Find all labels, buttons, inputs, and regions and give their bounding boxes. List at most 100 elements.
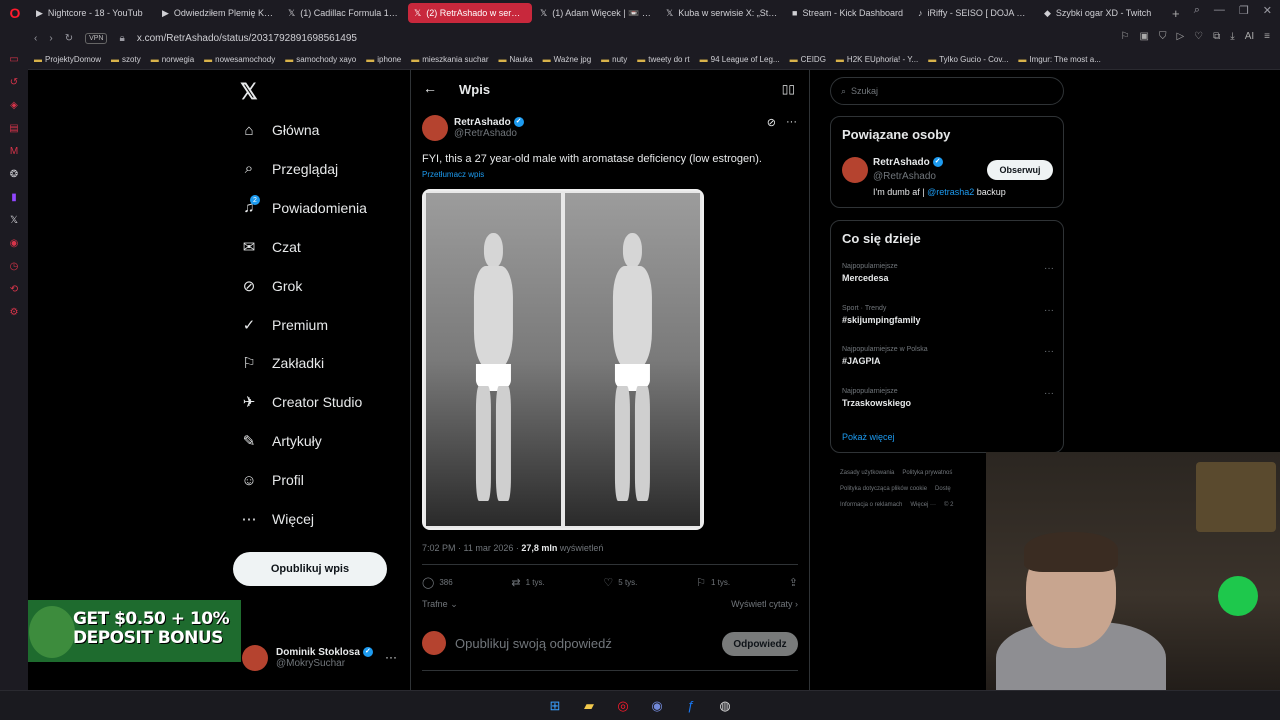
back-icon[interactable]: ‹ — [34, 33, 37, 44]
trend-more-icon[interactable]: ··· — [1044, 388, 1054, 399]
forward-icon[interactable]: › — [49, 33, 52, 44]
grok-explain-icon[interactable]: ⊘ — [767, 116, 776, 129]
search-input[interactable]: ⌕ Szukaj — [830, 77, 1064, 105]
twitch-icon[interactable]: ▮ — [7, 190, 21, 204]
bookmark-item[interactable]: ▬ tweety do rt — [637, 55, 689, 64]
post-media[interactable] — [422, 189, 704, 530]
opera-taskbar-icon[interactable]: ◎ — [614, 697, 632, 715]
bookmark-item[interactable]: ▬ Nauka — [499, 55, 533, 64]
photo-side[interactable] — [565, 193, 700, 526]
post-more-icon[interactable]: ··· — [786, 116, 797, 129]
close-window-icon[interactable]: ✕ — [1263, 4, 1272, 17]
messenger-icon[interactable]: ▤ — [7, 121, 21, 135]
trend-more-icon[interactable]: ··· — [1044, 346, 1054, 357]
nav-item-główna[interactable]: ⌂ Główna — [240, 118, 319, 142]
browser-tab[interactable]: ▶ Odwiedziłem Plemię Kanib — [156, 3, 280, 23]
nav-item-profil[interactable]: ☺ Profil — [240, 468, 304, 492]
speed-dial-icon[interactable]: ▭ — [7, 52, 21, 66]
snapshot-icon[interactable]: ▣ — [1140, 31, 1149, 42]
related-user-handle[interactable]: @RetrAshado — [873, 171, 936, 182]
photo-front[interactable] — [426, 193, 561, 526]
avatar[interactable] — [842, 157, 868, 183]
bookmark-item[interactable]: ▬ norwegia — [151, 55, 194, 64]
footer-link[interactable]: Polityka prywatnoś — [902, 470, 952, 476]
browser-tab[interactable]: 𝕏 (1) Cadillac Formula 1 Tea — [282, 3, 406, 23]
bookmark-item[interactable]: ▬ CEIDG — [790, 55, 826, 64]
history-icon[interactable]: ↺ — [7, 75, 21, 89]
ai-icon[interactable]: AI — [1245, 31, 1254, 42]
vpn-badge[interactable]: VPN — [85, 32, 108, 44]
workspaces-icon[interactable]: ⟲ — [7, 282, 21, 296]
browser-tab[interactable]: 𝕏 Kuba w serwisie X: „Strea — [660, 3, 784, 23]
x-logo-icon[interactable]: 𝕏 — [240, 79, 258, 105]
browser-tab[interactable]: ◆ Szybki ogar XD - Twitch — [1038, 3, 1162, 23]
bookmark-item[interactable]: ▬ szoty — [111, 55, 141, 64]
trend-item[interactable]: Sport · Trendy #skijumpingfamily ··· — [842, 305, 1054, 325]
like-action[interactable]: ♡ 5 tys. — [603, 576, 637, 589]
download-icon[interactable]: ⤓ — [1230, 31, 1234, 42]
minimize-icon[interactable]: — — [1214, 4, 1225, 17]
trend-more-icon[interactable]: ··· — [1044, 305, 1054, 316]
discord-icon[interactable]: ◉ — [648, 697, 666, 715]
reader-mode-icon[interactable]: ▯▯ — [782, 82, 795, 96]
reply-button[interactable]: Odpowiedz — [722, 632, 798, 656]
bookmark-action[interactable]: ⚐ 1 tys. — [696, 576, 730, 589]
shield-icon[interactable]: ⛉ — [1159, 31, 1167, 42]
obs-icon[interactable]: ◍ — [716, 697, 734, 715]
share-action[interactable]: ⇪ — [789, 576, 798, 589]
heart-icon[interactable]: ♡ — [1194, 31, 1203, 42]
browser-tab[interactable]: ▶ Nightcore - 18 - YouTub — [30, 3, 154, 23]
nav-item-zakładki[interactable]: ⚐ Zakładki — [240, 351, 324, 375]
bookmark-item[interactable]: ▬ Ważne jpg — [543, 55, 592, 64]
bookmark-item[interactable]: ▬ nowesamochody — [204, 55, 275, 64]
trend-more-icon[interactable]: ··· — [1044, 263, 1054, 274]
footer-link[interactable]: Zasady użytkowania — [840, 470, 894, 476]
footer-link[interactable]: © 2 — [944, 502, 953, 508]
url-input[interactable]: x.com/RetrAshado/status/2031792891698561… — [137, 33, 357, 44]
promo-banner[interactable]: GET $0.50 + 10% DEPOSIT BONUS — [28, 600, 241, 662]
avatar[interactable] — [422, 115, 448, 141]
footer-link[interactable]: Dostę — [935, 486, 951, 492]
footer-link[interactable]: Polityka dotycząca plików cookie — [840, 486, 927, 492]
bookmark-item[interactable]: ▬ H2K EUphoria! - Y... — [836, 55, 918, 64]
footer-link[interactable]: Więcej ··· — [910, 502, 936, 508]
browser-tab[interactable]: ♪ iRiffy - SEISO [ DOJA CAT — [912, 3, 1036, 23]
nav-item-więcej[interactable]: ⋯ Więcej — [240, 507, 315, 531]
follow-button[interactable]: Obserwuj — [987, 160, 1053, 180]
account-more-icon[interactable]: ··· — [385, 650, 397, 664]
extensions-icon[interactable]: ⧉ — [1213, 31, 1220, 42]
related-user-name[interactable]: RetrAshado ✓ — [873, 157, 943, 168]
player-icon[interactable]: ◉ — [7, 236, 21, 250]
facebook-icon[interactable]: ƒ — [682, 697, 700, 715]
settings-icon[interactable]: ⚙ — [7, 305, 21, 319]
author-name[interactable]: RetrAshado ✓ — [454, 117, 524, 128]
nav-item-premium[interactable]: ✓ Premium — [240, 313, 328, 337]
bookmark-item[interactable]: ▬ mieszkania suchar — [411, 55, 488, 64]
new-tab-icon[interactable]: + — [1164, 6, 1188, 21]
reply-input[interactable]: Opublikuj swoją odpowiedź — [455, 636, 612, 651]
x-sidebar-icon[interactable]: 𝕏 — [7, 213, 21, 227]
search-tabs-icon[interactable]: ⌕ — [1194, 4, 1200, 17]
menu-icon[interactable]: ≡ — [1264, 31, 1270, 42]
nav-item-grok[interactable]: ⊘ Grok — [240, 274, 303, 298]
view-quotes-link[interactable]: Wyświetl cytaty › — [731, 599, 798, 609]
gmail-icon[interactable]: M — [7, 144, 21, 158]
nav-item-przeglądaj[interactable]: ⌕ Przeglądaj — [240, 157, 338, 181]
bookmark-item[interactable]: ▬ Imgur: The most a... — [1018, 55, 1100, 64]
bookmark-item[interactable]: ▬ nuty — [601, 55, 627, 64]
sort-dropdown[interactable]: Trafne ⌄ — [422, 599, 458, 609]
bio-link[interactable]: @retrasha2 — [927, 187, 974, 197]
translate-link[interactable]: Przetłumacz wpis — [422, 170, 484, 179]
bookmark-item[interactable]: ▬ 94 League of Leg... — [700, 55, 780, 64]
trend-item[interactable]: Najpopularniejsze Trzaskowskiego ··· — [842, 388, 1054, 408]
post-author[interactable]: RetrAshado ✓ @RetrAshado — [422, 115, 524, 141]
nav-item-creator-studio[interactable]: ✈ Creator Studio — [240, 390, 363, 414]
clock-icon[interactable]: ◷ — [7, 259, 21, 273]
maximize-icon[interactable]: ❐ — [1239, 4, 1249, 17]
browser-tab[interactable]: 𝕏 (2) RetrAshado w serwisie — [408, 3, 532, 23]
file-explorer-icon[interactable]: ▰ — [580, 697, 598, 715]
show-more-link[interactable]: Pokaż więcej — [842, 432, 895, 442]
trend-item[interactable]: Najpopularniejsze w Polska #JAGPIA ··· — [842, 346, 1054, 366]
bookmark-item[interactable]: ▬ Tylko Gucio - Cov... — [928, 55, 1008, 64]
nav-item-czat[interactable]: ✉ Czat — [240, 235, 301, 259]
